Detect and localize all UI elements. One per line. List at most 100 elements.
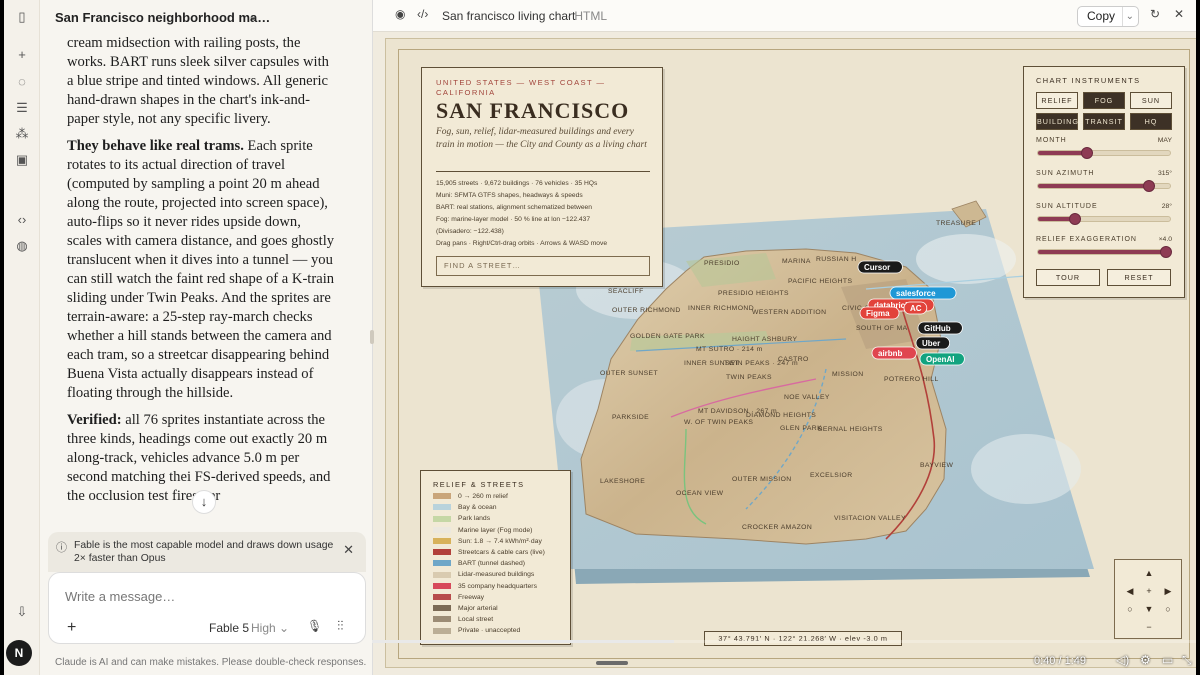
slider-knob[interactable] xyxy=(1080,147,1093,159)
sidebar-toggle-icon[interactable]: ▯ xyxy=(13,8,31,26)
hq-marker[interactable]: Figma xyxy=(859,306,900,320)
slider-sun-altitude[interactable] xyxy=(1037,213,1171,225)
legend-label: Marine layer (Fog mode) xyxy=(458,526,533,534)
slider-relief-exaggeration[interactable] xyxy=(1037,246,1173,258)
chevron-down-icon[interactable]: ⌄ xyxy=(1121,7,1134,26)
slider-label: MONTH xyxy=(1036,137,1067,144)
toggle-fog[interactable]: FOG xyxy=(1083,92,1125,109)
hq-marker[interactable]: airbnb xyxy=(871,346,917,360)
slider-month[interactable] xyxy=(1037,147,1171,159)
legend-swatch xyxy=(433,493,451,500)
voice-mode-icon[interactable]: ⫶⫶ xyxy=(337,618,344,634)
scroll-down-button[interactable]: ↓ xyxy=(192,490,216,514)
download-icon[interactable]: ⇩ xyxy=(13,603,31,621)
rotate-right-icon[interactable]: ○ xyxy=(1162,604,1174,614)
artifacts-icon[interactable]: ⁂ xyxy=(13,125,31,143)
navigation-pad: ▲ ◀ + ▶ ○ ▼ ○ − xyxy=(1114,559,1182,639)
neighborhood-label: WESTERN ADDITION xyxy=(752,309,826,316)
fullscreen-icon[interactable]: ⤡ xyxy=(1182,653,1192,668)
video-progress[interactable] xyxy=(372,640,1196,643)
slider-knob[interactable] xyxy=(1068,213,1081,225)
pan-left-icon[interactable]: ◀ xyxy=(1124,586,1136,597)
palette-icon[interactable]: ◍ xyxy=(13,237,31,255)
hq-marker[interactable]: GitHub xyxy=(917,321,963,335)
legend-swatch xyxy=(433,549,451,556)
toggle-sun[interactable]: SUN xyxy=(1130,92,1172,109)
message-input[interactable]: Write a message… xyxy=(65,589,175,604)
close-icon[interactable]: ✕ xyxy=(1174,7,1184,21)
slider-sun-azimuth[interactable] xyxy=(1037,180,1171,192)
settings-icon[interactable]: ⚙ xyxy=(1140,653,1151,667)
code-view-icon[interactable]: ‹/› xyxy=(417,7,428,21)
hq-marker[interactable]: salesforce xyxy=(889,286,957,300)
reset-button[interactable]: RESET xyxy=(1107,269,1171,286)
add-attachment-icon[interactable]: + xyxy=(67,619,76,637)
toggle-relief[interactable]: RELIEF xyxy=(1036,92,1078,109)
new-chat-icon[interactable]: + xyxy=(13,46,31,64)
model-selector[interactable]: Fable 5 xyxy=(209,621,249,635)
hq-label: Uber xyxy=(922,339,940,348)
hq-marker[interactable]: OpenAI xyxy=(919,352,965,366)
legend-swatch xyxy=(433,627,451,634)
legend-swatch xyxy=(433,526,451,533)
street-search-input[interactable]: FIND A STREET… xyxy=(436,256,650,276)
pan-down-icon[interactable]: ▼ xyxy=(1143,604,1155,614)
slider-knob[interactable] xyxy=(1160,246,1173,258)
neighborhood-label: CROCKER AMAZON xyxy=(742,524,812,531)
hq-marker[interactable]: Uber xyxy=(915,336,950,350)
artifact-toolbar: ◉ ‹/› San francisco living chart · HTML … xyxy=(373,0,1196,32)
legend-label: Freeway xyxy=(458,593,485,601)
hq-label: Figma xyxy=(866,309,890,318)
legend-item: 35 company headquarters xyxy=(433,583,537,590)
effort-selector[interactable]: High ⌄ xyxy=(251,621,289,635)
meta-line: Fog: marine-layer model · 50 % line at l… xyxy=(436,216,591,223)
hq-label: OpenAI xyxy=(926,355,954,364)
chat-title[interactable]: San Francisco neighborhood ma… xyxy=(55,10,270,25)
neighborhood-label: EXCELSIOR xyxy=(810,472,853,479)
code-icon[interactable]: ‹› xyxy=(13,211,31,229)
toggle-hq[interactable]: HQ xyxy=(1130,113,1172,130)
preview-eye-icon[interactable]: ◉ xyxy=(395,7,405,21)
pip-icon[interactable]: ▭ xyxy=(1162,653,1173,667)
neighborhood-label: INNER RICHMOND xyxy=(688,305,754,312)
pan-right-icon[interactable]: ▶ xyxy=(1162,586,1174,597)
neighborhood-label: VISITACION VALLEY xyxy=(834,515,906,522)
zoom-in-icon[interactable]: + xyxy=(1143,586,1155,596)
legend-item: Major arterial xyxy=(433,605,498,612)
video-controls: 0:40 / 1:49 ◁) ⚙ ▭ ⤡ xyxy=(372,640,1196,675)
artifact-panel: ◉ ‹/› San francisco living chart · HTML … xyxy=(372,0,1196,675)
neighborhood-label: LAKESHORE xyxy=(600,478,645,485)
neighborhood-label: POTRERO HILL xyxy=(884,376,939,383)
avatar[interactable]: N xyxy=(6,640,32,666)
volume-icon[interactable]: ◁) xyxy=(1116,653,1129,667)
composer[interactable]: Write a message… + Fable 5 High ⌄ 🎙 ⫶⫶ xyxy=(48,572,366,644)
chevron-down-icon[interactable]: ⌄ xyxy=(248,9,258,23)
legend-label: 0 → 260 m relief xyxy=(458,493,508,500)
meta-line: (Divisadero: −122.438) xyxy=(436,228,504,235)
projects-icon[interactable]: ☰ xyxy=(13,99,31,117)
panel-resize-handle[interactable] xyxy=(370,330,374,344)
hq-marker[interactable]: Cursor xyxy=(857,260,903,274)
rotate-left-icon[interactable]: ○ xyxy=(1124,604,1136,614)
neighborhood-label: OUTER SUNSET xyxy=(600,370,658,377)
neighborhood-label: SEACLIFF xyxy=(608,288,644,295)
pan-up-icon[interactable]: ▲ xyxy=(1143,568,1155,578)
copy-button[interactable]: Copy ⌄ xyxy=(1077,6,1139,27)
hq-label: Cursor xyxy=(864,263,890,272)
slider-value: 315° xyxy=(1157,170,1172,177)
zoom-out-icon[interactable]: − xyxy=(1143,622,1155,632)
slider-knob[interactable] xyxy=(1142,180,1155,192)
microphone-icon[interactable]: 🎙 xyxy=(307,619,322,633)
close-icon[interactable]: ✕ xyxy=(343,542,354,558)
code-briefcase-icon[interactable]: ▣ xyxy=(13,151,31,169)
slider-label: SUN AZIMUTH xyxy=(1036,170,1095,177)
toggle-transit[interactable]: TRANSIT xyxy=(1083,113,1125,130)
chats-icon[interactable]: ◌ xyxy=(13,73,31,91)
toggle-buildings[interactable]: BUILDINGS xyxy=(1036,113,1084,130)
neighborhood-label: TREASURE I xyxy=(936,220,981,227)
legend-item: Streetcars & cable cars (live) xyxy=(433,549,545,556)
hq-marker[interactable]: AC xyxy=(903,301,928,315)
tour-button[interactable]: TOUR xyxy=(1036,269,1100,286)
refresh-icon[interactable]: ↻ xyxy=(1150,7,1160,21)
info-icon: ⓘ xyxy=(56,542,67,554)
